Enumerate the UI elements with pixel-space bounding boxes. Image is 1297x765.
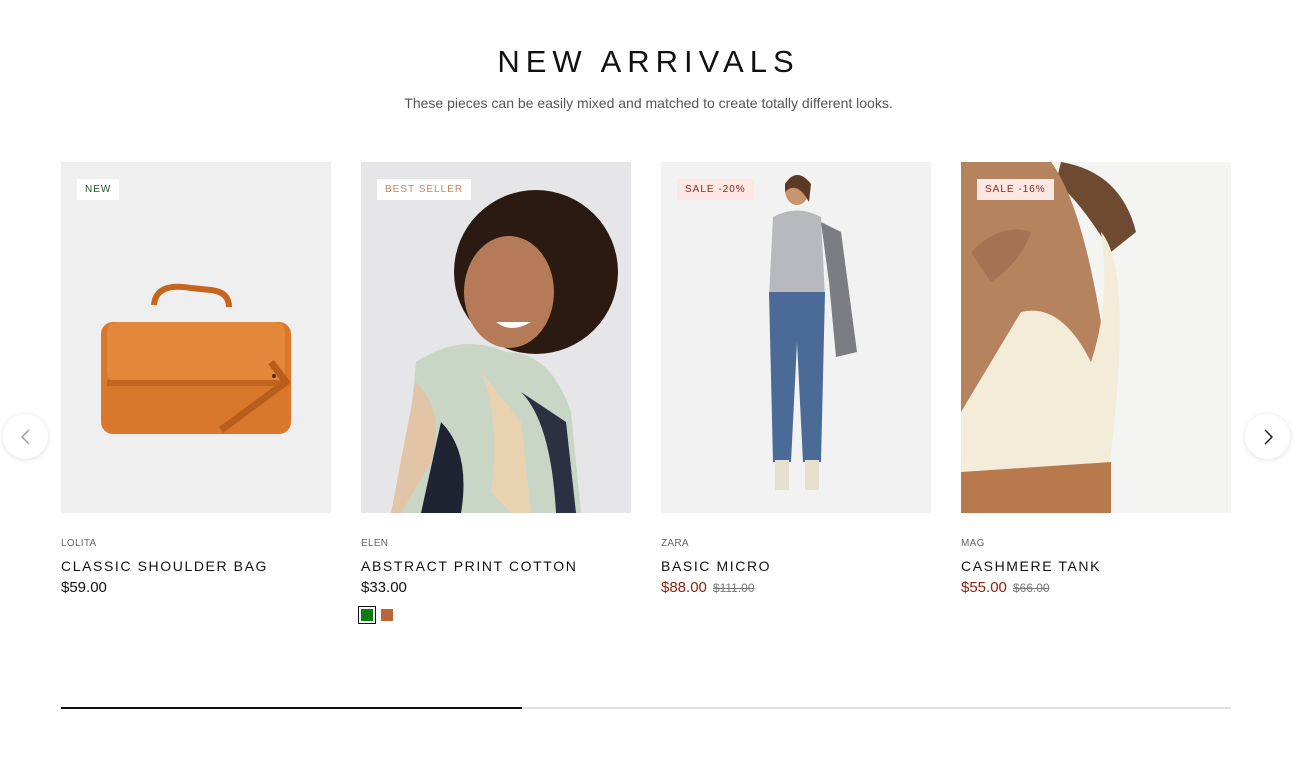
product-name[interactable]: CLASSIC SHOULDER BAG bbox=[61, 558, 331, 574]
product-price: $59.00 bbox=[61, 579, 331, 597]
price-current: $33.00 bbox=[361, 579, 407, 596]
product-price: $88.00 $111.00 bbox=[661, 579, 931, 597]
price-current: $55.00 bbox=[961, 579, 1007, 596]
product-name[interactable]: CASHMERE TANK bbox=[961, 558, 1231, 574]
price-current: $88.00 bbox=[661, 579, 707, 596]
product-vendor[interactable]: ELEN bbox=[361, 538, 631, 550]
carousel-scrollbar-thumb[interactable] bbox=[61, 707, 522, 709]
swatch-green[interactable] bbox=[358, 606, 376, 624]
product-vendor[interactable]: LOLITA bbox=[61, 538, 331, 550]
section-title: NEW ARRIVALS bbox=[497, 44, 800, 79]
product-card[interactable]: SALE -20% ZARA BASIC MICRO $88.00 $111.00 bbox=[661, 162, 931, 597]
color-swatches bbox=[358, 606, 631, 624]
product-price: $55.00 $66.00 bbox=[961, 579, 1231, 597]
section-subtitle: These pieces can be easily mixed and mat… bbox=[404, 95, 893, 111]
woman-jeans-grey-top-image bbox=[769, 175, 857, 490]
product-price: $33.00 bbox=[361, 579, 631, 597]
product-badge: NEW bbox=[77, 179, 120, 200]
woman-abstract-print-shirt-image bbox=[391, 190, 618, 513]
carousel-scrollbar[interactable] bbox=[61, 707, 1231, 709]
product-card[interactable]: SALE -16% MAG CASHMERE TANK $55.00 $66.00 bbox=[961, 162, 1231, 597]
product-image[interactable]: BEST SELLER bbox=[361, 162, 631, 513]
product-image[interactable]: SALE -20% bbox=[661, 162, 931, 513]
product-vendor[interactable]: MAG bbox=[961, 538, 1231, 550]
price-compare: $66.00 bbox=[1012, 581, 1050, 595]
carousel-next-button[interactable] bbox=[1245, 414, 1290, 459]
woman-cream-tank-image bbox=[961, 162, 1136, 513]
carousel-prev-button[interactable] bbox=[3, 414, 48, 459]
product-vendor[interactable]: ZARA bbox=[661, 538, 931, 550]
swatch-brown[interactable] bbox=[381, 609, 393, 621]
chevron-right-icon bbox=[1264, 429, 1273, 444]
product-badge: SALE -16% bbox=[977, 179, 1054, 200]
orange-shoulder-bag-image bbox=[101, 283, 291, 434]
product-badge: BEST SELLER bbox=[377, 179, 472, 200]
product-card[interactable]: BEST SELLER ELEN ABSTRACT PRINT COTTON $… bbox=[358, 162, 631, 624]
product-badge: SALE -20% bbox=[677, 179, 754, 200]
product-card[interactable]: NEW LOLITA CLASSIC SHOULDER BAG $59.00 bbox=[61, 162, 331, 597]
product-name[interactable]: BASIC MICRO bbox=[661, 558, 931, 574]
product-name[interactable]: ABSTRACT PRINT COTTON bbox=[361, 558, 631, 574]
price-compare: $111.00 bbox=[712, 581, 755, 595]
chevron-left-icon bbox=[20, 429, 29, 444]
price-current: $59.00 bbox=[61, 579, 107, 596]
product-image[interactable]: SALE -16% bbox=[961, 162, 1231, 513]
product-image[interactable]: NEW bbox=[61, 162, 331, 513]
